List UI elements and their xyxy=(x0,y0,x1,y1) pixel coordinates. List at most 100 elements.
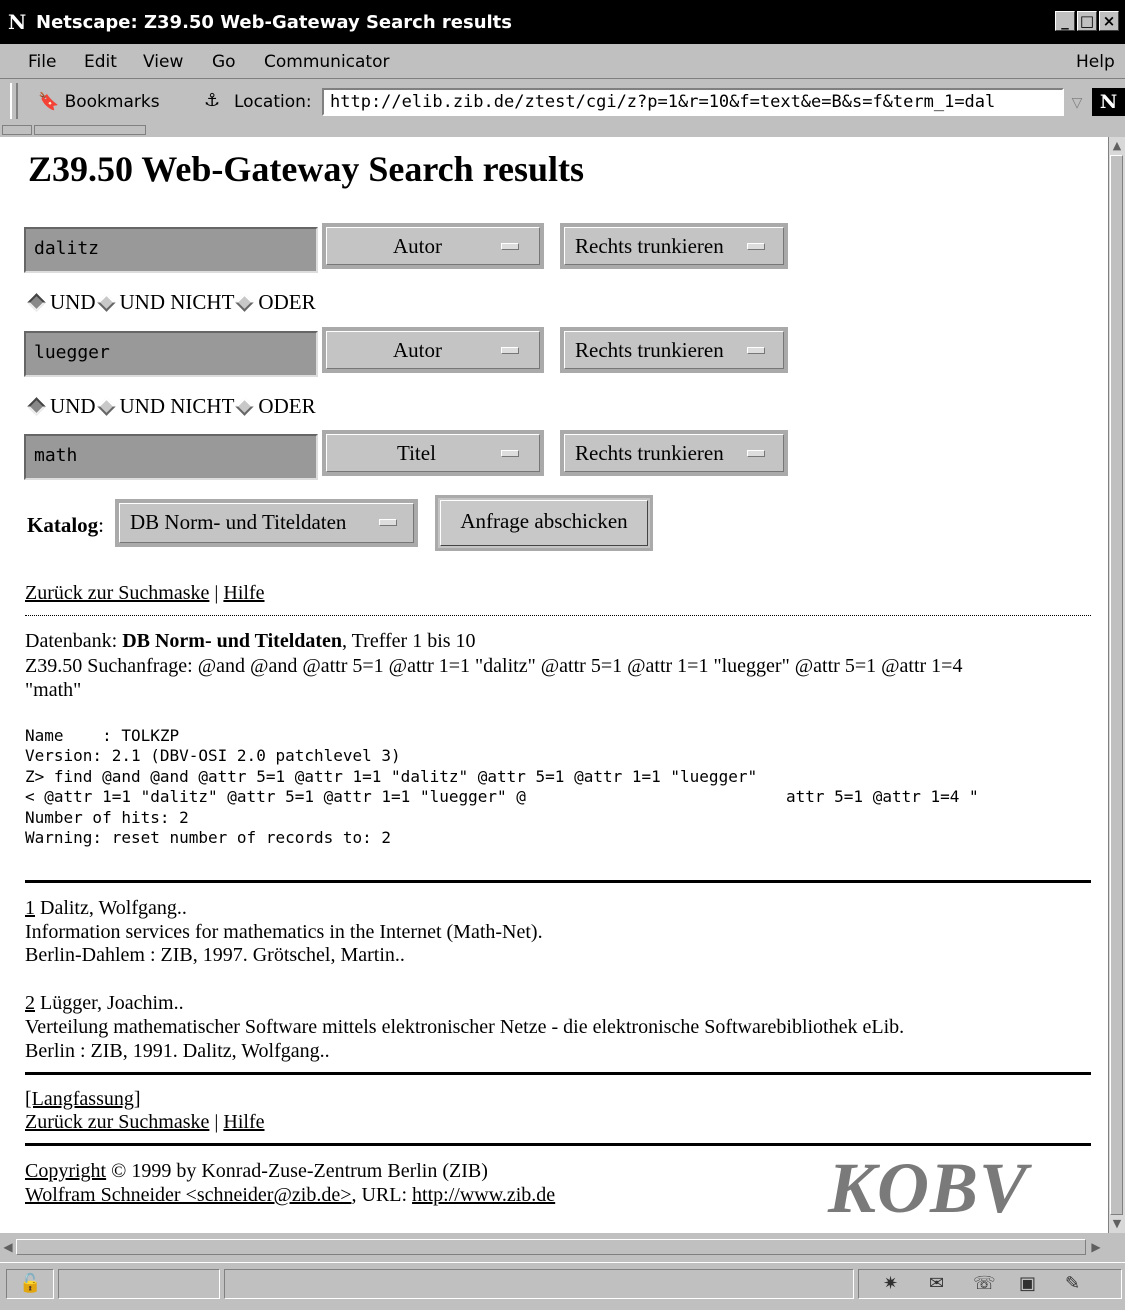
location-label: Location: xyxy=(234,92,312,112)
vertical-scrollbar[interactable]: ▲ ▼ xyxy=(1108,137,1125,1233)
field-select-2[interactable]: Autor xyxy=(322,327,544,373)
radio-oder-1[interactable] xyxy=(235,292,255,312)
katalog-colon: : xyxy=(98,513,105,537)
server-output-line: Version: 2.1 (DBV-OSI 2.0 patchlevel 3) xyxy=(25,746,401,765)
divider xyxy=(25,880,1091,883)
record-number-link[interactable]: 1 xyxy=(25,897,35,919)
discussion-icon[interactable]: ☏ xyxy=(973,1272,996,1296)
security-panel[interactable]: 🔓 xyxy=(6,1269,54,1299)
author-email-link[interactable]: Wolfram Schneider <schneider@zib.de> xyxy=(25,1184,351,1206)
database-label: Datenbank: xyxy=(25,630,123,652)
record-author-line: 2 Lügger, Joachim.. xyxy=(25,992,184,1015)
menu-communicator[interactable]: Communicator xyxy=(264,52,389,72)
katalog-label: Katalog xyxy=(27,513,99,537)
langfassung-link[interactable]: [Langfassung] xyxy=(25,1088,141,1110)
mail-icon[interactable]: ✉ xyxy=(929,1272,944,1296)
query-line-2: "math" xyxy=(25,679,82,701)
truncation-select-1[interactable]: Rechts trunkieren xyxy=(560,223,788,269)
help-link[interactable]: Hilfe xyxy=(223,1111,264,1133)
page-title: Z39.50 Web-Gateway Search results xyxy=(28,149,584,189)
option-menu-indicator-icon xyxy=(747,450,765,457)
record-author: Dalitz, Wolfgang.. xyxy=(35,897,187,919)
server-output-line: < @attr 1=1 "dalitz" @attr 5=1 @attr 1=1… xyxy=(25,787,979,806)
radio-label: UND xyxy=(50,394,96,418)
field-select-1[interactable]: Autor xyxy=(322,223,544,269)
field-select-label: Autor xyxy=(393,338,442,362)
scroll-down-icon[interactable]: ▼ xyxy=(1110,1216,1124,1232)
operator-group-1: UND UND NICHT ODER xyxy=(26,289,316,315)
help-link[interactable]: Hilfe xyxy=(223,582,264,604)
truncation-select-3[interactable]: Rechts trunkieren xyxy=(560,430,788,476)
menu-go[interactable]: Go xyxy=(212,52,236,72)
toolbar-tab[interactable] xyxy=(2,125,32,135)
radio-und-nicht-1[interactable] xyxy=(96,292,116,312)
composer-icon[interactable]: ▣ xyxy=(1019,1272,1036,1296)
url-field[interactable]: http://elib.zib.de/ztest/cgi/z?p=1&r=10&… xyxy=(322,88,1064,116)
horizontal-scrollbar[interactable]: ◀ ▶ xyxy=(0,1233,1125,1261)
option-menu-indicator-icon xyxy=(501,347,519,354)
edit-icon[interactable]: ✎ xyxy=(1065,1272,1080,1296)
radio-und-nicht-2[interactable] xyxy=(96,396,116,416)
netscape-app-icon: N xyxy=(8,10,27,34)
radio-oder-2[interactable] xyxy=(235,396,255,416)
close-button[interactable]: × xyxy=(1099,11,1119,31)
radio-label: ODER xyxy=(258,290,316,314)
lock-icon[interactable]: 🔓 xyxy=(19,1272,41,1296)
bookmarks-label: Bookmarks xyxy=(64,92,160,112)
radio-label: ODER xyxy=(258,394,316,418)
toolbar-tab[interactable] xyxy=(34,125,146,135)
url-label: , URL: xyxy=(351,1184,413,1206)
field-select-3[interactable]: Titel xyxy=(322,430,544,476)
option-menu-indicator-icon xyxy=(501,243,519,250)
bookmarks-button[interactable]: 🔖 Bookmarks xyxy=(38,92,160,112)
menu-help[interactable]: Help xyxy=(1076,52,1115,72)
menu-file[interactable]: File xyxy=(28,52,56,72)
copyright-link[interactable]: Copyright xyxy=(25,1160,106,1182)
radio-label: UND NICHT xyxy=(119,290,235,314)
truncation-select-2[interactable]: Rechts trunkieren xyxy=(560,327,788,373)
scroll-right-icon[interactable]: ▶ xyxy=(1088,1239,1104,1255)
truncation-select-label: Rechts trunkieren xyxy=(575,338,724,362)
radio-label: UND NICHT xyxy=(119,394,235,418)
kobv-logo[interactable]: KOBV xyxy=(828,1148,1028,1228)
record-number-link[interactable]: 2 xyxy=(25,992,35,1014)
result-database-line: Datenbank: DB Norm- und Titeldaten, Tref… xyxy=(25,630,476,653)
server-output-line: Warning: reset number of records to: 2 xyxy=(25,828,392,847)
location-icon[interactable]: ⚓ xyxy=(204,91,220,111)
horizontal-scroll-thumb[interactable] xyxy=(16,1239,1086,1255)
toolbar-grip[interactable] xyxy=(10,83,18,119)
record-title: Information services for mathematics in … xyxy=(25,921,543,943)
scroll-left-icon[interactable]: ◀ xyxy=(0,1239,16,1255)
copyright-text: © 1999 by Konrad-Zuse-Zentrum Berlin (ZI… xyxy=(106,1160,488,1182)
back-to-search-link[interactable]: Zurück zur Suchmaske xyxy=(25,582,209,604)
maximize-button[interactable]: □ xyxy=(1077,11,1097,31)
link-separator: | xyxy=(209,1111,224,1133)
search-term-input-2[interactable]: luegger xyxy=(24,331,318,377)
radio-und-2[interactable] xyxy=(27,396,46,416)
server-output-line: Name : TOLKZP xyxy=(25,726,180,745)
network-icon[interactable]: ✷ xyxy=(883,1272,898,1296)
submit-query-button[interactable]: Anfrage abschicken xyxy=(435,495,653,551)
menu-edit[interactable]: Edit xyxy=(84,52,117,72)
progress-panel xyxy=(58,1269,220,1299)
back-to-search-link[interactable]: Zurück zur Suchmaske xyxy=(25,1111,209,1133)
search-term-input-3[interactable]: math xyxy=(24,434,318,480)
divider xyxy=(25,1072,1091,1075)
record-imprint: Berlin-Dahlem : ZIB, 1997. Grötschel, Ma… xyxy=(25,944,405,966)
option-menu-indicator-icon xyxy=(379,519,397,526)
window-title-bar: N Netscape: Z39.50 Web-Gateway Search re… xyxy=(0,0,1125,44)
status-message-panel xyxy=(224,1269,854,1299)
netscape-logo[interactable]: N xyxy=(1092,88,1125,116)
menu-bar: File Edit View Go Communicator Help xyxy=(0,44,1125,79)
radio-und-1[interactable] xyxy=(27,292,46,312)
link-separator: | xyxy=(209,582,224,604)
vertical-scroll-thumb[interactable] xyxy=(1110,155,1123,1215)
katalog-select[interactable]: DB Norm- und Titeldaten xyxy=(115,499,418,547)
menu-view[interactable]: View xyxy=(143,52,183,72)
truncation-select-label: Rechts trunkieren xyxy=(575,441,724,465)
zib-url-link[interactable]: http://www.zib.de xyxy=(412,1184,555,1206)
search-term-input-1[interactable]: dalitz xyxy=(24,227,318,273)
url-dropdown-icon[interactable]: ▽ xyxy=(1066,91,1088,115)
scroll-up-icon[interactable]: ▲ xyxy=(1110,138,1124,154)
minimize-button[interactable]: _ xyxy=(1055,11,1075,31)
